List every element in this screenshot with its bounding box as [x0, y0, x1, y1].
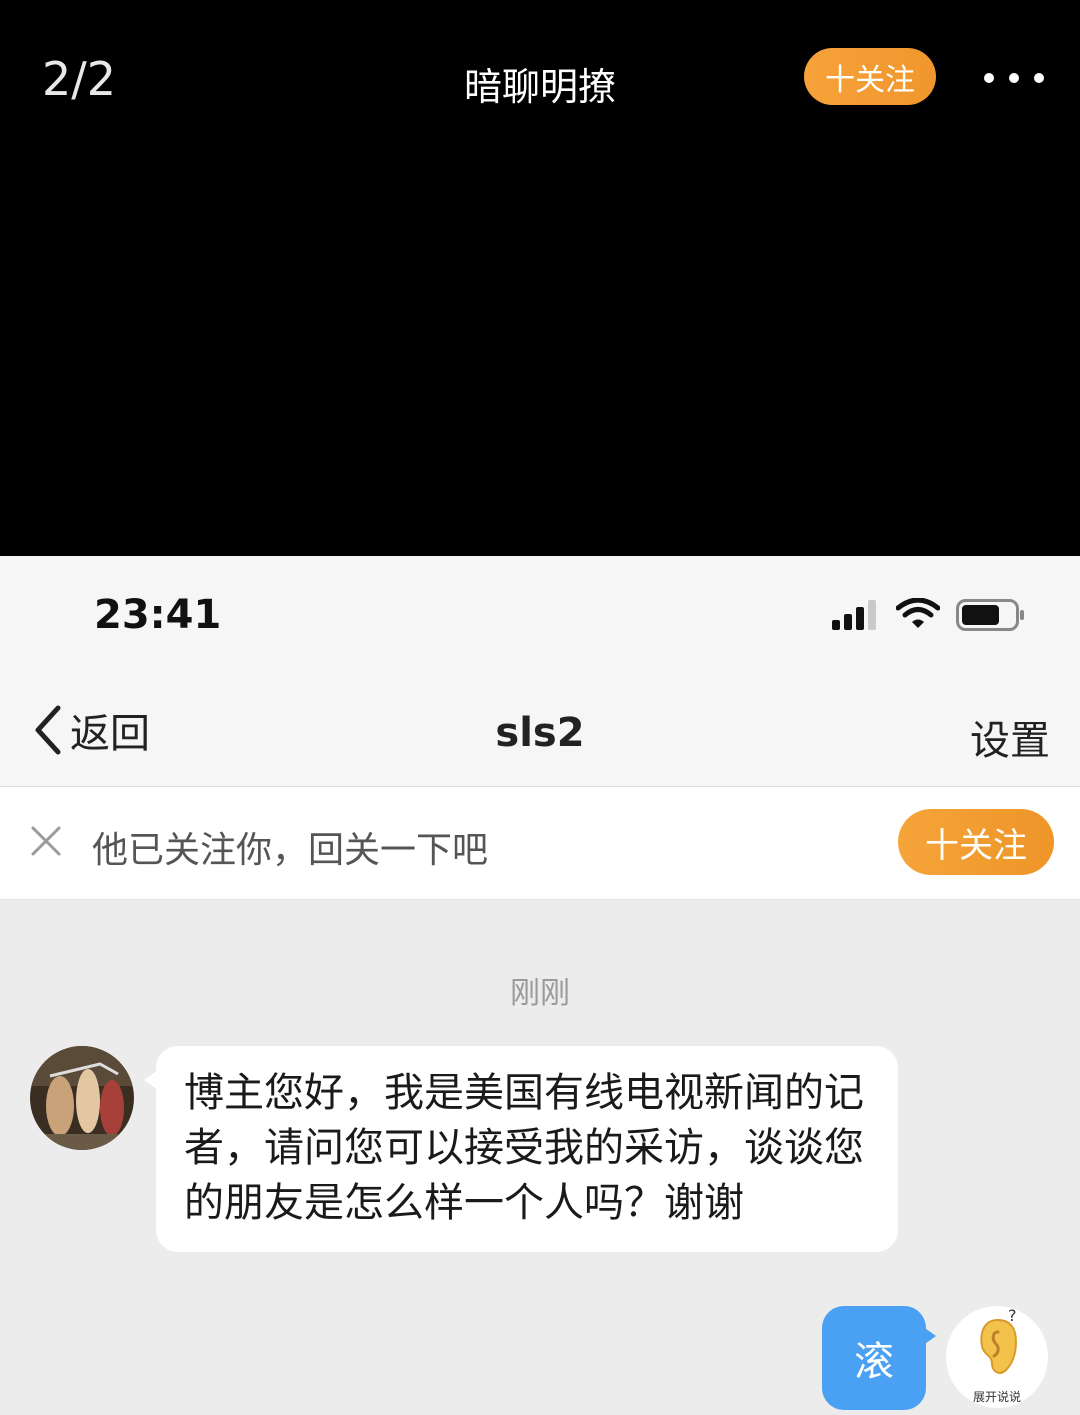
back-button[interactable]: 返回	[30, 702, 150, 758]
incoming-message-bubble[interactable]: 博主您好，我是美国有线电视新闻的记者，请问您可以接受我的采访，谈谈您的朋友是怎么…	[156, 1046, 898, 1252]
message-timestamp: 刚刚	[510, 976, 570, 1011]
avatar-painting-image	[30, 1046, 134, 1150]
outgoing-message-bubble[interactable]: 滚	[822, 1306, 926, 1410]
incoming-message-text: 博主您好，我是美国有线电视新闻的记者，请问您可以接受我的采访，谈谈您的朋友是怎么…	[184, 1070, 864, 1226]
back-label: 返回	[70, 711, 150, 757]
follow-back-banner: 他已关注你，回关一下吧 十关注	[0, 787, 1080, 900]
follow-back-text: 他已关注你，回关一下吧	[92, 830, 489, 871]
chevron-left-icon	[35, 705, 61, 755]
signal-icon	[832, 600, 876, 630]
image-viewer-header: 2/2 暗聊明撩 十关注	[0, 0, 1080, 556]
chat-title: sls2	[495, 710, 585, 756]
follow-back-button[interactable]: 十关注	[898, 809, 1054, 875]
settings-button[interactable]: 设置	[970, 708, 1050, 766]
wifi-icon	[896, 598, 940, 628]
outgoing-bubble-tail	[922, 1326, 936, 1346]
chat-screenshot: 23:41 返回 sls2 设置 他已关注你，回关一下吧 十关注 刚刚 博主您好…	[0, 556, 1080, 1415]
avatar[interactable]	[30, 1046, 134, 1150]
expand-talk-label: 展开说说	[972, 1390, 1021, 1404]
battery-icon	[956, 599, 1024, 631]
image-counter: 2/2	[42, 52, 117, 106]
viewer-follow-button[interactable]: 十关注	[804, 48, 936, 105]
status-bar: 23:41	[0, 556, 1080, 666]
close-icon[interactable]	[30, 825, 62, 857]
outgoing-message-text: 滚	[854, 1339, 894, 1385]
navigation-bar: 返回 sls2 设置	[0, 666, 1080, 787]
expand-talk-button[interactable]: ? 展开说说	[946, 1306, 1048, 1408]
status-time: 23:41	[94, 592, 222, 638]
more-dots-icon[interactable]	[984, 58, 1044, 98]
ear-icon	[980, 1318, 1018, 1374]
